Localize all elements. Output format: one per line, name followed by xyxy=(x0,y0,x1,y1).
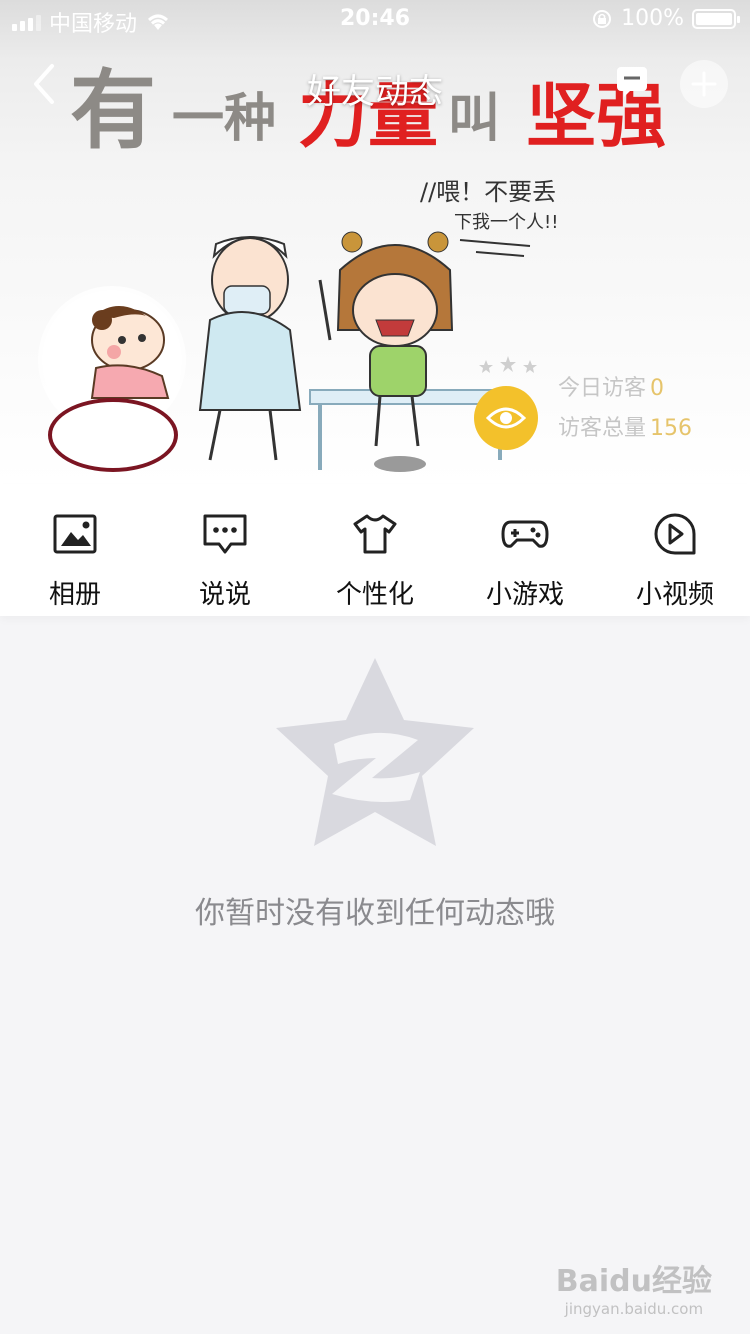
empty-state-message: 你暂时没有收到任何动态哦 xyxy=(195,896,555,931)
stars-icon xyxy=(479,356,537,373)
battery-icon xyxy=(692,8,740,29)
baidu-watermark: Baidu经验 jingyan.baidu.com xyxy=(556,1256,712,1318)
plus-icon xyxy=(691,71,717,97)
menu-item-videos[interactable]: 小视频 xyxy=(600,484,750,616)
svg-text://喂！不要丢: //喂！不要丢 xyxy=(420,178,556,206)
svg-text:下我一个人!!: 下我一个人!! xyxy=(454,212,558,233)
visitors-total-count: 156 xyxy=(650,416,693,441)
watermark-brand: Baidu经验 xyxy=(555,1264,712,1299)
tshirt-icon xyxy=(353,514,397,554)
menu-label-personalize: 个性化 xyxy=(335,580,414,610)
status-right: 100% xyxy=(591,6,740,31)
visitors-total: 访客总量 156 xyxy=(558,410,692,442)
menu-item-games[interactable]: 小游戏 xyxy=(450,484,600,616)
quick-menu: 相册 说说 个性化 小游戏 小视频 xyxy=(0,484,750,616)
rotation-lock-icon xyxy=(593,9,612,28)
avatar-redaction-oval xyxy=(48,398,178,472)
visitors-today-label: 今日访客 xyxy=(558,376,647,401)
menu-item-album[interactable]: 相册 xyxy=(0,484,150,616)
play-video-icon xyxy=(654,513,696,555)
visitor-stats[interactable]: 今日访客 0 访客总量 156 xyxy=(474,356,734,450)
cover-area[interactable]: 有 一种 力量 叫 坚强 //喂！不要丢 下我一个人!! 中国移动 20:46 … xyxy=(0,0,750,484)
menu-label-shuoshuo: 说说 xyxy=(198,580,251,610)
qzone-star-icon xyxy=(276,658,474,846)
visitor-eye-badge xyxy=(474,386,538,450)
battery-percent: 100% xyxy=(621,6,684,31)
photo-album-icon xyxy=(53,514,97,554)
message-icon[interactable] xyxy=(614,64,650,98)
visitors-total-label: 访客总量 xyxy=(558,416,647,441)
watermark-url: jingyan.baidu.com xyxy=(564,1300,704,1318)
menu-item-shuoshuo[interactable]: 说说 xyxy=(150,484,300,616)
gamepad-icon xyxy=(501,520,549,548)
status-bar: 中国移动 20:46 100% xyxy=(0,0,750,40)
menu-label-album: 相册 xyxy=(48,580,101,610)
menu-label-games: 小游戏 xyxy=(485,580,564,610)
menu-label-videos: 小视频 xyxy=(635,580,714,610)
visitors-today: 今日访客 0 xyxy=(558,370,664,402)
eye-icon xyxy=(486,407,526,429)
chat-bubble-icon xyxy=(203,514,247,554)
menu-item-personalize[interactable]: 个性化 xyxy=(300,484,450,616)
nav-bar: 好友动态 xyxy=(0,44,750,124)
add-button[interactable] xyxy=(680,60,728,108)
visitors-today-count: 0 xyxy=(650,376,665,401)
